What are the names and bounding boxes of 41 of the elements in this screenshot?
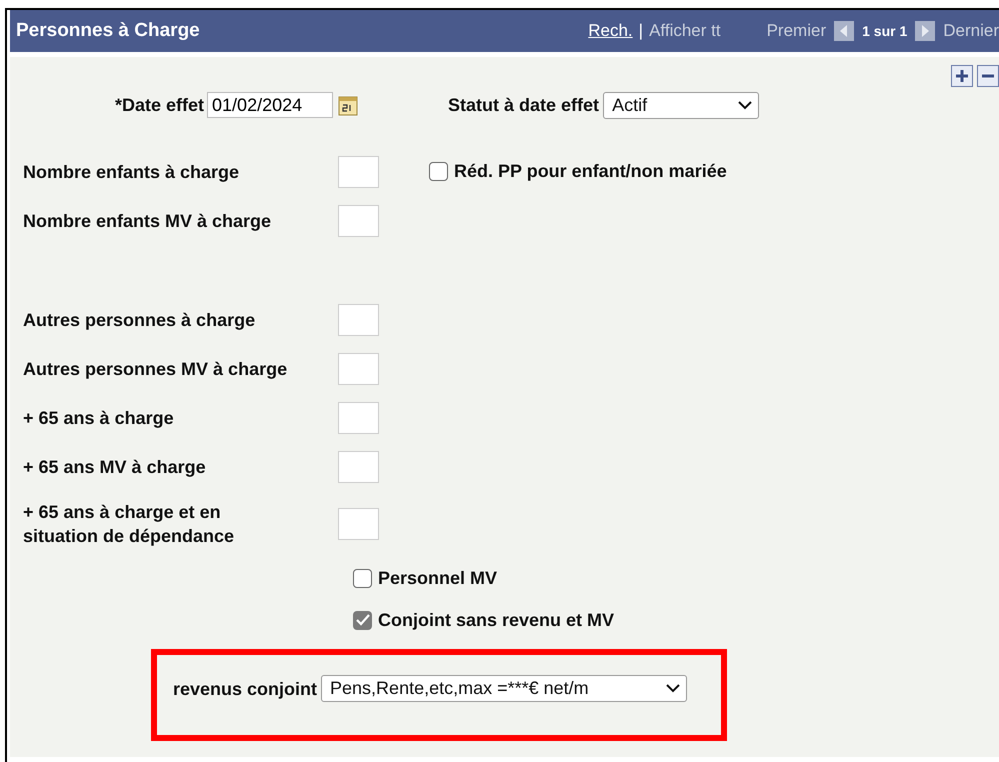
last-label: Dernier bbox=[943, 21, 999, 41]
date-label: *Date effet bbox=[115, 94, 204, 116]
number-field[interactable] bbox=[338, 156, 379, 188]
add-row-button[interactable] bbox=[951, 65, 973, 87]
first-label: Premier bbox=[766, 21, 826, 41]
number-field[interactable] bbox=[338, 204, 379, 236]
next-icon[interactable] bbox=[915, 21, 936, 41]
field-label: Autres personnes MV à charge bbox=[23, 358, 288, 380]
income-label: revenus conjoint bbox=[173, 679, 318, 700]
show-all-link[interactable]: Afficher tt bbox=[649, 21, 721, 41]
chevron-down-icon bbox=[666, 684, 680, 693]
status-label: Statut à date effet bbox=[448, 94, 600, 116]
checkbox-label: Personnel MV bbox=[378, 568, 498, 588]
field-label: Nombre enfants à charge bbox=[23, 160, 240, 184]
field-label: + 65 ans MV à charge bbox=[23, 456, 207, 478]
number-field[interactable] bbox=[338, 508, 379, 540]
checkbox[interactable] bbox=[353, 610, 372, 630]
number-field[interactable] bbox=[338, 402, 379, 434]
checkbox[interactable] bbox=[429, 162, 448, 181]
chevron-down-icon bbox=[738, 100, 752, 110]
field-label: + 65 ans à charge et en situation de dépendance bbox=[23, 501, 236, 548]
separator: | bbox=[638, 21, 644, 41]
field-label: Autres personnes à charge bbox=[23, 308, 256, 332]
number-field[interactable] bbox=[338, 450, 379, 482]
number-field[interactable] bbox=[338, 352, 379, 384]
delete-row-button[interactable] bbox=[977, 65, 999, 87]
plus-icon bbox=[955, 69, 969, 83]
checkbox-label: Réd. PP pour enfant/non mariée bbox=[454, 161, 727, 182]
number-field[interactable] bbox=[338, 304, 379, 336]
previous-icon[interactable] bbox=[834, 21, 854, 41]
date-field[interactable]: 01/02/2024 bbox=[207, 92, 334, 118]
checkbox[interactable] bbox=[353, 568, 372, 588]
page-title: Personnes à Charge bbox=[16, 20, 201, 42]
field-label: Nombre enfants MV à charge bbox=[23, 210, 272, 232]
income-dropdown[interactable]: Pens,Rente,etc,max =***€ net/m bbox=[321, 675, 688, 702]
checkbox-label: Conjoint sans revenu et MV bbox=[378, 610, 614, 630]
status-dropdown[interactable]: Actif bbox=[603, 92, 760, 118]
page-counter: 1 sur 1 bbox=[862, 23, 908, 39]
calendar-icon[interactable] bbox=[338, 94, 358, 116]
search-link[interactable]: Rech. bbox=[588, 21, 633, 41]
field-label: + 65 ans à charge bbox=[23, 406, 175, 430]
